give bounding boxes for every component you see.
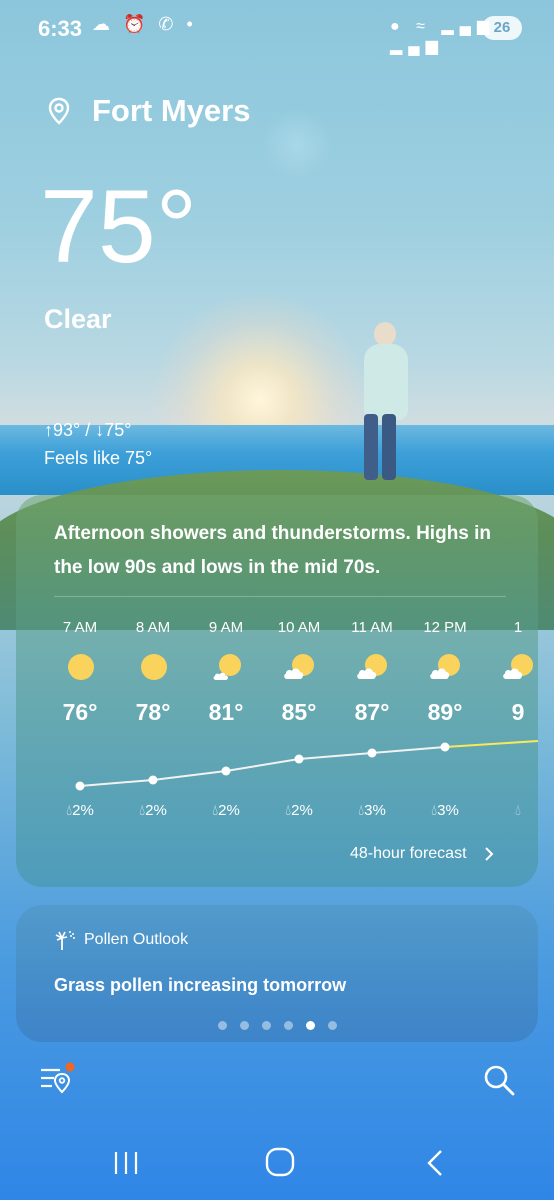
48-hour-forecast-link[interactable]: 48-hour forecast — [350, 845, 495, 863]
page-dot[interactable] — [328, 1021, 337, 1030]
trend-line — [79, 746, 446, 787]
page-dot[interactable] — [262, 1021, 271, 1030]
pollen-header: Pollen Outlook — [54, 929, 188, 951]
location-pin-icon — [48, 97, 70, 125]
current-temperature: 75° — [40, 169, 198, 285]
page-indicator[interactable] — [218, 1021, 350, 1030]
location-name: Fort Myers — [92, 93, 251, 128]
current-condition: Clear — [44, 304, 112, 334]
location-list-icon[interactable] — [38, 1062, 78, 1096]
status-time: 6:33 — [38, 16, 83, 41]
battery-icon: 26 — [482, 16, 522, 40]
high-low-temperature: ↑93° / ↓75° — [44, 420, 132, 440]
trend-point — [75, 781, 85, 791]
trend-point — [440, 742, 450, 752]
notification-icons: ☁ ⏰ ✆ • — [92, 14, 197, 34]
trend-point — [148, 775, 158, 785]
location-header[interactable]: Fort Myers — [44, 92, 250, 130]
chevron-right-icon — [484, 847, 493, 861]
search-icon[interactable] — [482, 1063, 516, 1097]
pollen-outlook-card[interactable]: Pollen Outlook Grass pollen increasing t… — [16, 905, 538, 1042]
feels-like: Feels like 75° — [44, 448, 153, 468]
pollen-icon — [55, 931, 75, 950]
trend-point — [367, 748, 377, 758]
home-icon[interactable] — [264, 1146, 296, 1178]
trend-point — [294, 754, 304, 764]
page-dot[interactable] — [240, 1021, 249, 1030]
48-hour-forecast-label: 48-hour forecast — [350, 845, 467, 862]
hourly-list[interactable]: 7 AM 76° 💧︎2% 8 AM 78° 💧︎2% 9 AM 81° 💧︎2% 10 AM 85… — [16, 495, 538, 887]
trend-point — [221, 766, 231, 776]
temperature-trend-chart — [75, 740, 538, 791]
page-dot[interactable] — [306, 1021, 315, 1030]
status-bar: 6:33 ☁ ⏰ ✆ • ● ≈ ▂▄▆ ▂▄▆ 26 — [0, 0, 554, 58]
page-dot[interactable] — [284, 1021, 293, 1030]
pollen-message: Grass pollen increasing tomorrow — [54, 975, 347, 995]
trend-line-future — [444, 740, 538, 748]
navigation-bar — [0, 1128, 554, 1200]
hourly-forecast-card[interactable]: Afternoon showers and thunderstorms. Hig… — [16, 495, 538, 887]
sky-halo — [262, 110, 332, 180]
page-dot[interactable] — [218, 1021, 227, 1030]
pollen-title: Pollen Outlook — [84, 931, 189, 948]
notification-dot — [65, 1062, 75, 1072]
back-icon[interactable] — [424, 1148, 446, 1178]
signal-icons: ● ≈ ▂▄▆ ▂▄▆ — [390, 18, 496, 55]
recent-apps-icon[interactable] — [112, 1150, 140, 1176]
